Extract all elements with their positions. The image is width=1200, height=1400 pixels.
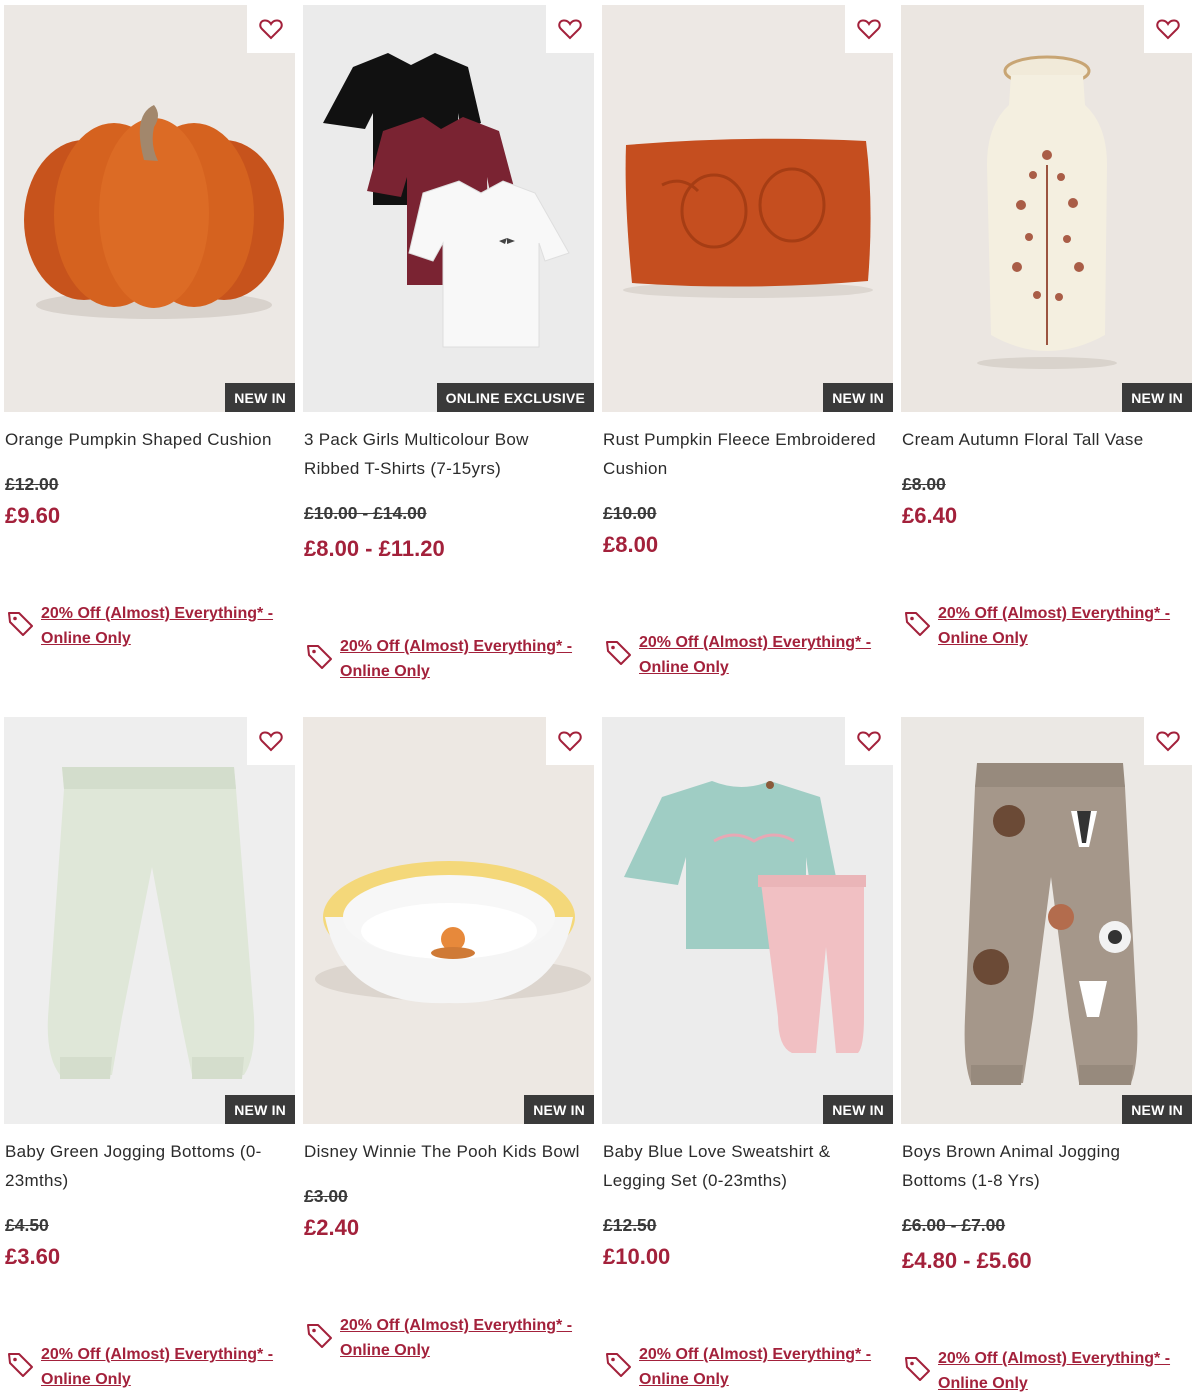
now-price: £8.00 - £11.20 <box>304 536 445 561</box>
product-card[interactable]: NEW IN Disney Winnie The Pooh Kids Bowl … <box>303 717 594 1400</box>
promo-link[interactable]: 20% Off (Almost) Everything* - Online On… <box>305 1313 580 1363</box>
product-card[interactable]: NEW IN Baby Blue Love Sweatshirt & Leggi… <box>602 717 893 1400</box>
heart-outline-icon <box>1156 731 1180 752</box>
promo-link[interactable]: 20% Off (Almost) Everything* - Online On… <box>6 601 281 651</box>
now-price: £2.40 <box>304 1215 360 1240</box>
product-card[interactable]: NEW IN Rust Pumpkin Fleece Embroidered C… <box>602 5 893 685</box>
product-card[interactable]: NEW IN Baby Green Jogging Bottoms (0-23m… <box>4 717 295 1400</box>
product-name[interactable]: 3 Pack Girls Multicolour Bow Ribbed T-Sh… <box>304 425 589 483</box>
product-card[interactable]: NEW IN Orange Pumpkin Shaped Cushion £12… <box>4 5 295 665</box>
price-tag-icon <box>307 645 332 669</box>
product-badge: NEW IN <box>1122 1095 1192 1124</box>
price-tag-icon <box>905 612 930 636</box>
price-tag-icon <box>307 1324 332 1348</box>
heart-outline-icon <box>558 731 582 752</box>
price-tag-icon <box>606 641 631 665</box>
promo-text[interactable]: 20% Off (Almost) Everything* - Online On… <box>340 1313 580 1363</box>
price-tag-icon <box>8 612 33 636</box>
vase-image <box>977 55 1117 369</box>
now-price: £6.40 <box>902 503 958 528</box>
now-price: £9.60 <box>5 503 61 528</box>
heart-outline-icon <box>857 19 881 40</box>
wishlist-button[interactable] <box>1144 717 1192 765</box>
was-price: £3.00 <box>304 1186 348 1206</box>
promo-text[interactable]: 20% Off (Almost) Everything* - Online On… <box>639 1342 879 1392</box>
promo-link[interactable]: 20% Off (Almost) Everything* - Online On… <box>604 1342 879 1392</box>
product-image[interactable]: NEW IN <box>901 717 1192 1124</box>
promo-text[interactable]: 20% Off (Almost) Everything* - Online On… <box>41 601 281 651</box>
now-price: £4.80 - £5.60 <box>902 1248 1032 1273</box>
heart-outline-icon <box>259 731 283 752</box>
heart-outline-icon <box>558 19 582 40</box>
product-name[interactable]: Disney Winnie The Pooh Kids Bowl <box>304 1137 589 1166</box>
promo-text[interactable]: 20% Off (Almost) Everything* - Online On… <box>340 634 580 684</box>
product-image[interactable]: NEW IN <box>4 5 295 412</box>
now-price: £3.60 <box>5 1244 61 1269</box>
price-tag-icon <box>606 1353 631 1377</box>
product-badge: NEW IN <box>225 1095 295 1124</box>
product-badge: NEW IN <box>524 1095 594 1124</box>
wishlist-button[interactable] <box>845 5 893 53</box>
was-price: £10.00 <box>603 503 657 523</box>
animal-joggers-image <box>964 763 1138 1085</box>
product-card[interactable]: ONLINE EXCLUSIVE 3 Pack Girls Multicolou… <box>303 5 594 685</box>
promo-text[interactable]: 20% Off (Almost) Everything* - Online On… <box>639 630 879 680</box>
product-card[interactable]: NEW IN Cream Autumn Floral Tall Vase £8.… <box>901 5 1192 665</box>
product-name[interactable]: Boys Brown Animal Jogging Bottoms (1-8 Y… <box>902 1137 1187 1195</box>
wishlist-button[interactable] <box>546 5 594 53</box>
promo-link[interactable]: 20% Off (Almost) Everything* - Online On… <box>903 601 1178 651</box>
rust-cushion-image <box>623 138 873 298</box>
product-image[interactable]: NEW IN <box>303 717 594 1124</box>
product-image[interactable]: ONLINE EXCLUSIVE <box>303 5 594 412</box>
was-price: £8.00 <box>902 474 946 494</box>
product-image[interactable]: NEW IN <box>4 717 295 1124</box>
promo-link[interactable]: 20% Off (Almost) Everything* - Online On… <box>305 634 580 684</box>
heart-outline-icon <box>1156 19 1180 40</box>
promo-link[interactable]: 20% Off (Almost) Everything* - Online On… <box>604 630 879 680</box>
promo-link[interactable]: 20% Off (Almost) Everything* - Online On… <box>903 1346 1178 1396</box>
product-card[interactable]: NEW IN Boys Brown Animal Jogging Bottoms… <box>901 717 1192 1400</box>
product-badge: NEW IN <box>823 1095 893 1124</box>
product-name[interactable]: Rust Pumpkin Fleece Embroidered Cushion <box>603 425 888 483</box>
now-price: £10.00 <box>603 1244 671 1269</box>
wishlist-button[interactable] <box>247 5 295 53</box>
wishlist-button[interactable] <box>845 717 893 765</box>
was-price: £12.00 <box>5 474 59 494</box>
promo-text[interactable]: 20% Off (Almost) Everything* - Online On… <box>938 1346 1178 1396</box>
product-image[interactable]: NEW IN <box>602 717 893 1124</box>
product-name[interactable]: Orange Pumpkin Shaped Cushion <box>5 425 290 454</box>
now-price: £8.00 <box>603 532 659 557</box>
product-badge: NEW IN <box>1122 383 1192 412</box>
pooh-bowl-image <box>315 861 591 1004</box>
sweatshirt-set-image <box>624 781 866 1053</box>
product-badge: NEW IN <box>823 383 893 412</box>
heart-outline-icon <box>259 19 283 40</box>
green-joggers-image <box>47 767 255 1079</box>
pumpkin-cushion-image <box>24 105 284 319</box>
wishlist-button[interactable] <box>247 717 295 765</box>
was-price: £6.00 - £7.00 <box>902 1215 1006 1235</box>
was-price: £4.50 <box>5 1215 49 1235</box>
promo-text[interactable]: 20% Off (Almost) Everything* - Online On… <box>41 1342 281 1392</box>
product-image[interactable]: NEW IN <box>901 5 1192 412</box>
wishlist-button[interactable] <box>1144 5 1192 53</box>
price-tag-icon <box>8 1353 33 1377</box>
promo-text[interactable]: 20% Off (Almost) Everything* - Online On… <box>938 601 1178 651</box>
promo-link[interactable]: 20% Off (Almost) Everything* - Online On… <box>6 1342 281 1392</box>
product-badge: ONLINE EXCLUSIVE <box>436 383 594 412</box>
heart-outline-icon <box>857 731 881 752</box>
product-name[interactable]: Baby Green Jogging Bottoms (0-23mths) <box>5 1137 290 1195</box>
tshirts-image <box>323 53 570 348</box>
was-price: £12.50 <box>603 1215 657 1235</box>
price-tag-icon <box>905 1357 930 1381</box>
product-image[interactable]: NEW IN <box>602 5 893 412</box>
product-badge: NEW IN <box>225 383 295 412</box>
wishlist-button[interactable] <box>546 717 594 765</box>
was-price: £10.00 - £14.00 <box>304 503 427 523</box>
product-name[interactable]: Baby Blue Love Sweatshirt & Legging Set … <box>603 1137 888 1195</box>
product-name[interactable]: Cream Autumn Floral Tall Vase <box>902 425 1187 454</box>
